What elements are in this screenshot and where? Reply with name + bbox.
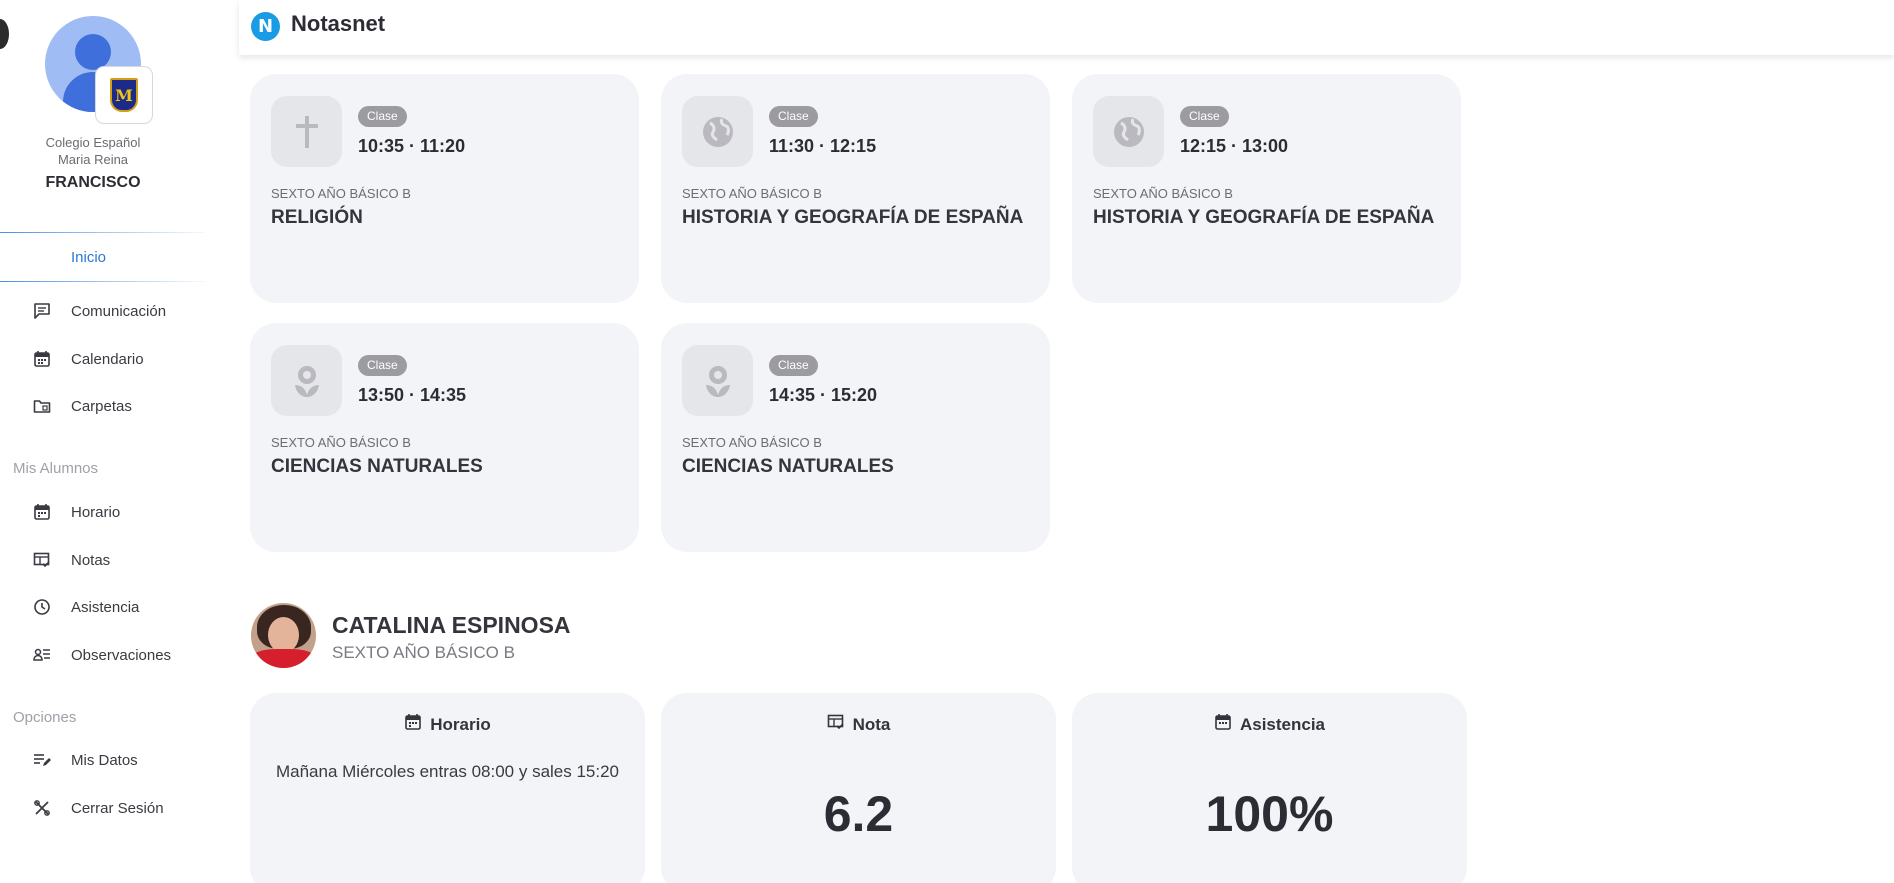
nav-item-label: Notas: [71, 551, 111, 569]
nav-item-cerrar-sesion[interactable]: Cerrar Sesión: [0, 790, 205, 826]
globe-icon: [1093, 96, 1164, 167]
schedule-card[interactable]: Horario Mañana Miércoles entras 08:00 y …: [250, 693, 645, 883]
student-avatar[interactable]: [251, 603, 316, 668]
nav-item-carpetas[interactable]: Carpetas: [0, 388, 205, 424]
class-grade: SEXTO AÑO BÁSICO B: [271, 435, 411, 450]
class-grade: SEXTO AÑO BÁSICO B: [682, 186, 822, 201]
class-subject: RELIGIÓN: [271, 207, 363, 228]
class-grade: SEXTO AÑO BÁSICO B: [271, 186, 411, 201]
app-title: Notasnet: [291, 11, 386, 36]
grade-card-title: Nota: [852, 714, 891, 734]
calendar-icon: [1214, 713, 1232, 736]
notasnet-logo-icon[interactable]: N: [251, 12, 280, 41]
class-type-badge: Clase: [769, 106, 818, 127]
class-card[interactable]: Clase 10:35 · 11:20 SEXTO AÑO BÁSICO B R…: [250, 74, 639, 303]
calendar-icon: [32, 349, 52, 369]
nav-item-label: Asistencia: [71, 598, 140, 616]
grades-table-icon: [827, 713, 845, 736]
class-type-badge: Clase: [1180, 106, 1229, 127]
logout-tools-icon: [32, 798, 52, 818]
class-time: 10:35 · 11:20: [358, 136, 466, 156]
folder-icon: [32, 396, 52, 416]
person-notes-icon: [32, 645, 52, 665]
nav-item-label: Carpetas: [71, 397, 132, 415]
calendar-icon: [32, 502, 52, 522]
attendance-card-title: Asistencia: [1239, 714, 1326, 734]
school-name-line1: Colegio Español: [45, 135, 141, 150]
class-time: 11:30 · 12:15: [769, 136, 877, 156]
menu-toggle-dot[interactable]: [0, 19, 9, 49]
nav-item-label: Comunicación: [71, 302, 167, 320]
class-time: 12:15 · 13:00: [1180, 136, 1289, 156]
nav-item-horario[interactable]: Horario: [0, 494, 205, 530]
nav-item-notas[interactable]: Notas: [0, 542, 205, 578]
attendance-card[interactable]: Asistencia 100%: [1072, 693, 1467, 883]
flower-icon: [682, 345, 753, 416]
class-type-badge: Clase: [769, 355, 818, 376]
section-label-opciones: Opciones: [13, 709, 77, 726]
calendar-icon: [404, 713, 422, 736]
nav-item-label: Inicio: [71, 248, 107, 266]
grade-card[interactable]: Nota 6.2: [661, 693, 1056, 883]
class-type-badge: Clase: [358, 106, 407, 127]
class-card[interactable]: Clase 11:30 · 12:15 SEXTO AÑO BÁSICO B H…: [661, 74, 1050, 303]
nav-item-calendario[interactable]: Calendario: [0, 341, 205, 377]
top-bar: N Notasnet: [239, 0, 1894, 55]
nav-item-label: Observaciones: [71, 646, 172, 664]
school-name-line2: Maria Reina: [57, 152, 129, 167]
class-subject: CIENCIAS NATURALES: [682, 456, 894, 477]
class-subject: CIENCIAS NATURALES: [271, 456, 483, 477]
nav-item-observaciones[interactable]: Observaciones: [0, 637, 205, 673]
grade-value: 6.2: [823, 786, 894, 842]
nav-item-label: Cerrar Sesión: [71, 799, 164, 817]
edit-list-icon: [32, 750, 52, 770]
section-label-mis-alumnos: Mis Alumnos: [13, 460, 99, 477]
student-grade: SEXTO AÑO BÁSICO B: [332, 643, 515, 662]
student-name: CATALINA ESPINOSA: [332, 612, 571, 638]
schedule-card-title: Horario: [430, 714, 491, 734]
nav-item-label: Horario: [71, 503, 121, 521]
class-type-badge: Clase: [358, 355, 407, 376]
nav-item-inicio[interactable]: Inicio: [0, 232, 205, 282]
grades-table-icon: [32, 550, 52, 570]
nav-item-label: Mis Datos: [71, 751, 138, 769]
user-name: FRANCISCO: [45, 174, 141, 191]
class-time: 14:35 · 15:20: [769, 385, 878, 405]
class-subject: HISTORIA Y GEOGRAFÍA DE ESPAÑA: [1093, 207, 1435, 228]
cross-icon: [271, 96, 342, 167]
nav-item-label: Calendario: [71, 350, 144, 368]
nav-item-comunicacion[interactable]: Comunicación: [0, 293, 205, 329]
clock-icon: [32, 597, 52, 617]
class-grade: SEXTO AÑO BÁSICO B: [682, 435, 822, 450]
class-subject: HISTORIA Y GEOGRAFÍA DE ESPAÑA: [682, 207, 1024, 228]
globe-icon: [682, 96, 753, 167]
flower-icon: [271, 345, 342, 416]
chat-icon: [32, 301, 52, 321]
class-card[interactable]: Clase 14:35 · 15:20 SEXTO AÑO BÁSICO B C…: [661, 323, 1050, 552]
profile-avatar-group[interactable]: M: [45, 16, 155, 126]
school-crest-icon: M: [110, 78, 138, 112]
class-card[interactable]: Clase 12:15 · 13:00 SEXTO AÑO BÁSICO B H…: [1072, 74, 1461, 303]
school-logo: M: [95, 66, 153, 124]
class-grade: SEXTO AÑO BÁSICO B: [1093, 186, 1233, 201]
schedule-message: Mañana Miércoles entras 08:00 y sales 15…: [275, 762, 620, 781]
class-card[interactable]: Clase 13:50 · 14:35 SEXTO AÑO BÁSICO B C…: [250, 323, 639, 552]
nav-item-mis-datos[interactable]: Mis Datos: [0, 742, 205, 778]
attendance-value: 100%: [1205, 786, 1334, 842]
class-time: 13:50 · 14:35: [358, 385, 467, 405]
nav-item-asistencia[interactable]: Asistencia: [0, 589, 205, 625]
sidebar: M Colegio Español Maria Reina FRANCISCO …: [0, 0, 205, 883]
